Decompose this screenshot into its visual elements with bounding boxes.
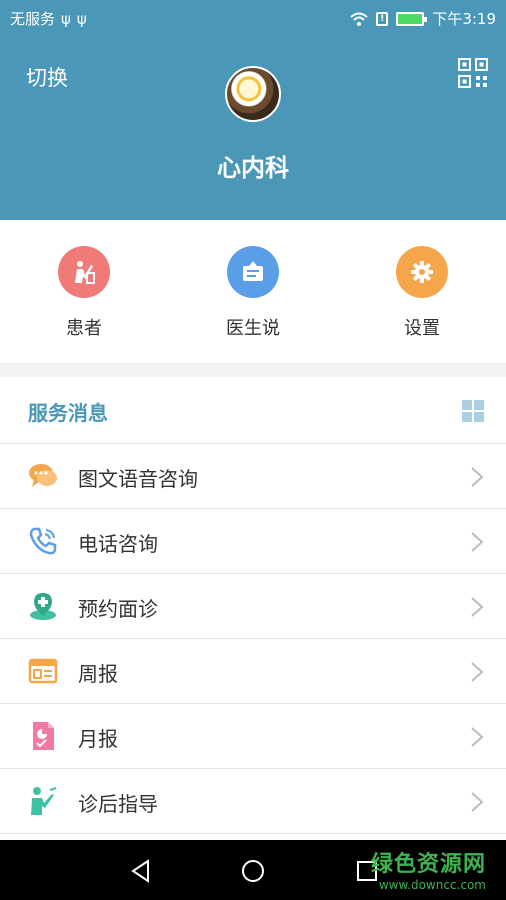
watermark-url: www.downcc.com — [378, 878, 486, 892]
doctor-says-button[interactable]: 医生说 — [193, 246, 313, 340]
list-item-monthly-report[interactable]: 月报 — [0, 704, 506, 769]
grid-view-icon[interactable] — [462, 400, 484, 422]
switch-button[interactable]: 切换 — [26, 62, 68, 92]
list-item-label: 月报 — [78, 727, 118, 751]
chevron-right-icon — [471, 662, 484, 682]
battery-icon — [396, 11, 428, 26]
quick-actions: 患者 医生说 设置 — [0, 220, 506, 363]
list-item-appointment[interactable]: 预约面诊 — [0, 574, 506, 639]
system-navigation-bar: 绿色资源网 www.downcc.com — [0, 840, 506, 900]
list-item-phone-consult[interactable]: 电话咨询 — [0, 509, 506, 574]
alert-icon: ! — [376, 11, 389, 26]
watermark: 绿色资源网 www.downcc.com — [371, 846, 486, 892]
avatar[interactable] — [225, 66, 281, 122]
chevron-right-icon — [471, 727, 484, 747]
chat-bubbles-icon — [29, 464, 57, 487]
usb-icon: ψ — [61, 9, 71, 28]
weekly-report-icon — [28, 658, 58, 684]
gear-icon — [396, 246, 448, 298]
list-item-label: 预约面诊 — [78, 597, 158, 621]
services-header: 服务消息 — [0, 377, 506, 444]
list-item-weekly-report[interactable]: 周报 — [0, 639, 506, 704]
services-title: 服务消息 — [28, 401, 108, 425]
patients-button[interactable]: 患者 — [24, 246, 144, 340]
list-item-post-visit-guidance[interactable]: 诊后指导 — [0, 769, 506, 834]
usb-icon: ψ — [76, 9, 87, 28]
qr-code-icon[interactable] — [458, 58, 488, 88]
clock: 下午3:19 — [432, 10, 496, 28]
patients-label: 患者 — [66, 318, 102, 339]
status-bar: 无服务 ψ ψ ! 下午3:19 — [0, 0, 506, 36]
location-pin-icon — [30, 593, 56, 620]
profile-header: 切换 心内科 — [0, 36, 506, 220]
watermark-title: 绿色资源网 — [370, 852, 486, 877]
carrier-text: 无服务 — [10, 10, 56, 28]
phone-icon — [29, 527, 57, 555]
list-item-label: 诊后指导 — [78, 792, 158, 816]
settings-label: 设置 — [404, 318, 440, 339]
chevron-right-icon — [471, 792, 484, 812]
back-icon[interactable] — [128, 858, 154, 884]
chevron-right-icon — [471, 532, 484, 552]
wifi-icon — [350, 12, 368, 26]
teacher-icon — [31, 787, 57, 815]
patient-icon — [58, 246, 110, 298]
list-item-text-voice-consult[interactable]: 图文语音咨询 — [0, 444, 506, 509]
notice-board-icon — [227, 246, 279, 298]
department-title: 心内科 — [217, 154, 289, 182]
chevron-right-icon — [471, 597, 484, 617]
settings-button[interactable]: 设置 — [362, 246, 482, 340]
home-icon[interactable] — [240, 858, 266, 884]
chevron-right-icon — [471, 467, 484, 487]
list-item-label: 图文语音咨询 — [78, 467, 198, 491]
list-item-label: 电话咨询 — [78, 532, 158, 556]
monthly-report-icon — [33, 722, 54, 750]
doctor-says-label: 医生说 — [226, 318, 280, 339]
service-messages-panel: 服务消息 图文语音咨询 电话咨询 预约面诊 周报 月报 诊后指导 — [0, 377, 506, 840]
list-item-label: 周报 — [78, 662, 118, 686]
